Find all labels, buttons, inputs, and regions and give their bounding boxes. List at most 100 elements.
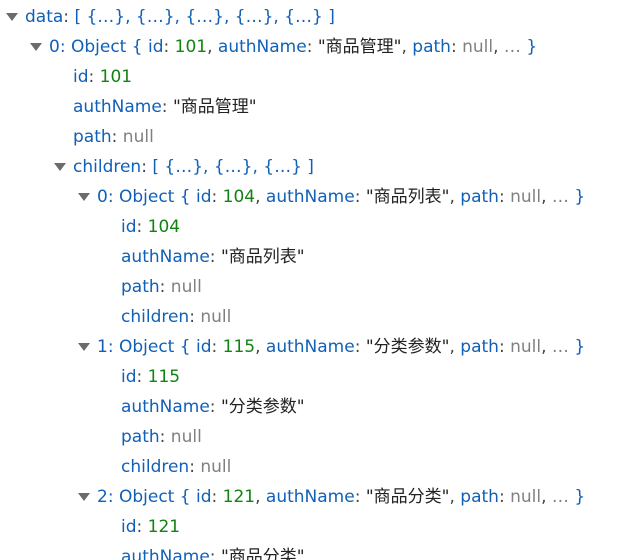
- value-string: "商品列表": [220, 247, 305, 267]
- comma: ,: [207, 37, 213, 57]
- tree-row-data[interactable]: data: [ {…}, {…}, {…}, {…}, {…} ]: [0, 2, 639, 32]
- row-text: path: null: [73, 122, 154, 152]
- expand-collapse-icon[interactable]: [78, 193, 90, 201]
- key-authname: authName: [121, 397, 210, 417]
- row-text: authName: "商品分类": [121, 542, 305, 560]
- key-children: children: [73, 157, 142, 177]
- brace-open: {: [179, 487, 191, 507]
- value-number: 115: [222, 337, 256, 357]
- row-text: authName: "分类参数": [121, 392, 305, 422]
- value-number: 121: [147, 517, 181, 537]
- array-preview: [ {…}, {…}, {…} ]: [152, 157, 314, 177]
- colon: :: [136, 367, 143, 387]
- key-path: path: [73, 127, 112, 147]
- field-row-authname: authName: "分类参数": [0, 392, 639, 422]
- value-null: null: [122, 127, 154, 147]
- field-row-authname: authName: "商品管理": [0, 92, 639, 122]
- array-preview: [ {…}, {…}, {…}, {…}, {…} ]: [74, 7, 335, 27]
- colon: :: [159, 277, 166, 297]
- colon: :: [209, 397, 216, 417]
- field-row-id: id: 121: [0, 512, 639, 542]
- colon: :: [111, 127, 118, 147]
- colon: :: [189, 457, 195, 477]
- key-authname: authName: [121, 247, 210, 267]
- value-number: 104: [222, 187, 256, 207]
- comma: ,: [255, 187, 261, 207]
- colon: :: [209, 247, 216, 267]
- tree-row-child-0[interactable]: 0: Object { id: 104, authName: "商品列表", p…: [0, 182, 639, 212]
- colon: :: [211, 337, 218, 357]
- comma: ,: [449, 187, 455, 207]
- key-id: id: [121, 517, 137, 537]
- row-text: 1: Object { id: 115, authName: "分类参数", p…: [97, 332, 585, 362]
- tree-row-child-2[interactable]: 2: Object { id: 121, authName: "商品分类", p…: [0, 482, 639, 512]
- expand-collapse-icon[interactable]: [78, 493, 90, 501]
- value-null: null: [510, 187, 542, 207]
- comma: ,: [541, 187, 547, 207]
- comma: ,: [449, 337, 455, 357]
- row-text: id: 101: [73, 62, 132, 92]
- field-row-id: id: 104: [0, 212, 639, 242]
- expand-collapse-icon[interactable]: [6, 13, 18, 21]
- comma: ,: [255, 337, 261, 357]
- colon: :: [211, 187, 218, 207]
- colon: :: [306, 37, 313, 57]
- value-null: null: [170, 277, 202, 297]
- value-number: 101: [174, 37, 208, 57]
- key-authname: authName: [265, 337, 355, 357]
- colon: :: [159, 427, 166, 447]
- comma: ,: [493, 37, 499, 57]
- json-viewer: { "data_row": { "key": "data", "preview"…: [0, 0, 639, 560]
- type-label: Object: [118, 487, 175, 507]
- ellipsis: …: [503, 37, 521, 57]
- row-text: id: 121: [121, 512, 180, 542]
- key-id: id: [121, 367, 137, 387]
- key-id: id: [195, 337, 212, 357]
- colon: :: [209, 547, 216, 560]
- brace-open: {: [179, 337, 191, 357]
- colon: :: [107, 487, 114, 507]
- key-id: id: [73, 67, 89, 87]
- index-label: 2: [97, 487, 108, 507]
- brace-close: }: [526, 37, 538, 57]
- colon: :: [498, 487, 505, 507]
- brace-open: {: [131, 37, 143, 57]
- value-null: null: [200, 307, 232, 327]
- colon: :: [107, 187, 114, 207]
- row-text: path: null: [121, 272, 202, 302]
- colon: :: [161, 97, 168, 117]
- expand-collapse-icon[interactable]: [54, 163, 66, 171]
- field-row-children: children: null: [0, 452, 639, 482]
- value-number: 101: [99, 67, 133, 87]
- type-label: Object: [118, 337, 175, 357]
- comma: ,: [449, 487, 455, 507]
- expand-collapse-icon[interactable]: [78, 343, 90, 351]
- tree-row-item-0[interactable]: 0: Object { id: 101, authName: "商品管理", p…: [0, 32, 639, 62]
- expand-collapse-icon[interactable]: [30, 43, 42, 51]
- key-id: id: [195, 487, 212, 507]
- row-text: 0: Object { id: 101, authName: "商品管理", p…: [49, 32, 537, 62]
- row-text: id: 115: [121, 362, 180, 392]
- field-row-children: children: null: [0, 302, 639, 332]
- key-data: data: [25, 7, 64, 27]
- row-text: path: null: [121, 422, 202, 452]
- key-path: path: [121, 277, 160, 297]
- key-id: id: [121, 217, 137, 237]
- colon: :: [189, 307, 195, 327]
- field-row-path: path: null: [0, 272, 639, 302]
- tree-row-child-1[interactable]: 1: Object { id: 115, authName: "分类参数", p…: [0, 332, 639, 362]
- comma: ,: [255, 487, 261, 507]
- colon: :: [163, 37, 170, 57]
- row-text: authName: "商品列表": [121, 242, 305, 272]
- key-children: children: [121, 457, 190, 477]
- value-null: null: [462, 37, 494, 57]
- colon: :: [354, 337, 361, 357]
- value-string: "商品分类": [220, 547, 305, 560]
- tree-row-children[interactable]: children: [ {…}, {…}, {…} ]: [0, 152, 639, 182]
- colon: :: [498, 187, 505, 207]
- comma: ,: [541, 337, 547, 357]
- value-string: "分类参数": [220, 397, 305, 417]
- value-string: "商品分类": [365, 487, 450, 507]
- index-label: 0: [49, 37, 60, 57]
- row-text: id: 104: [121, 212, 180, 242]
